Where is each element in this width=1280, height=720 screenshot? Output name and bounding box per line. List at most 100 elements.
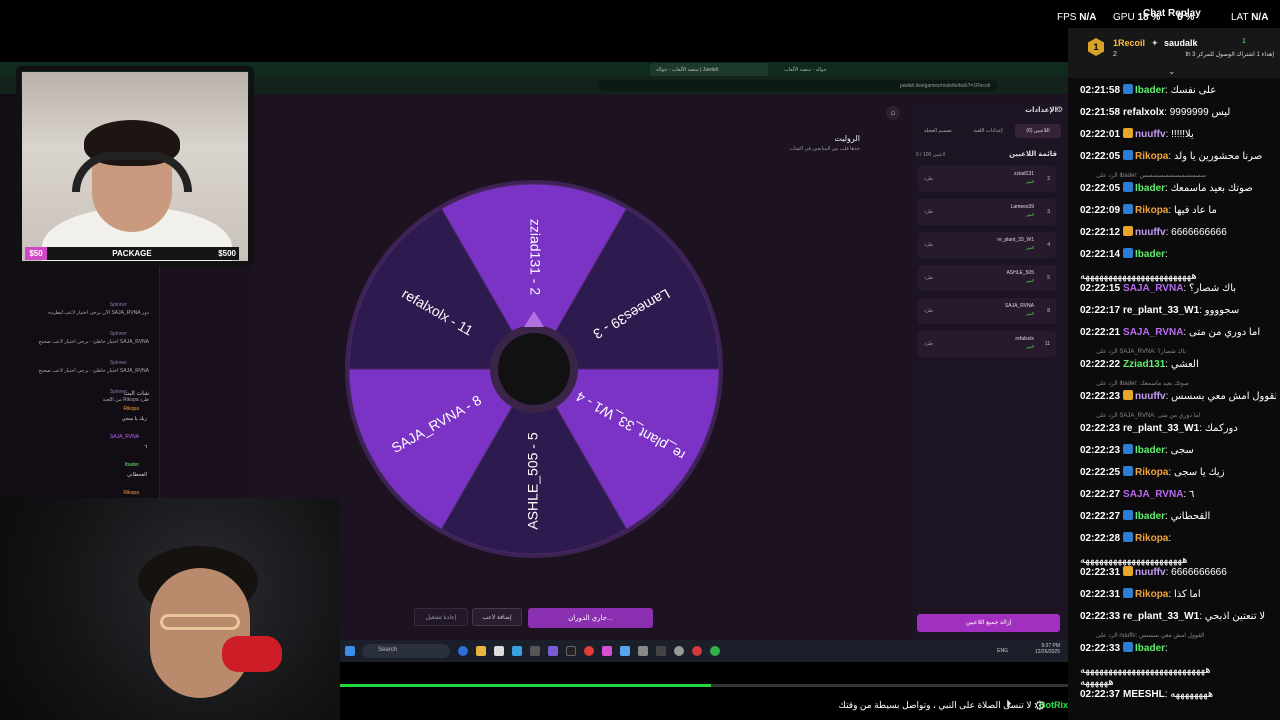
chat-username[interactable]: Rikopa bbox=[1135, 151, 1168, 162]
chrome-icon[interactable] bbox=[584, 646, 594, 656]
discord-icon[interactable] bbox=[548, 646, 558, 656]
stream-screen: { "hud": { "fps_label": "FPS", "fps_valu… bbox=[0, 0, 1280, 720]
chat-text: 6666666666 bbox=[1171, 227, 1227, 238]
chat-username[interactable]: Ibader bbox=[1135, 643, 1165, 654]
wheel-segment-label: zziad131 - 2 bbox=[527, 219, 543, 295]
chat-message: 02:22:15 SAJA_RVNA: باك شصار؟ bbox=[1080, 282, 1276, 295]
chat-username[interactable]: Rikopa bbox=[1135, 467, 1168, 478]
webcam-bottom bbox=[0, 498, 340, 720]
chat-username[interactable]: Rikopa bbox=[1135, 205, 1168, 216]
chat-username[interactable]: SAJA_RVNA bbox=[1123, 327, 1183, 338]
chat-message: 02:22:05 Rikopa: صرنا محشورين يا ولد bbox=[1080, 150, 1276, 163]
player-row[interactable]: refalxolx الفوز 11 طرد bbox=[918, 331, 1056, 357]
store-icon[interactable] bbox=[494, 646, 504, 656]
chat-timestamp: 02:22:21 bbox=[1080, 327, 1121, 338]
reset-button[interactable]: إعادة تشغيل bbox=[414, 608, 468, 626]
app-icon-2[interactable] bbox=[530, 646, 540, 656]
tab-players[interactable]: اللاعبين (6) bbox=[1015, 124, 1061, 138]
player-row[interactable]: zziad131 الفوز 2 طرد bbox=[918, 166, 1056, 192]
tab-other[interactable]: جواله - منصة الألعاب bbox=[778, 63, 888, 76]
kick-player-button[interactable]: طرد bbox=[924, 176, 933, 182]
tab-wheel-design[interactable]: تصميم العجلة bbox=[915, 124, 961, 138]
chat-username[interactable]: SAJA_RVNA bbox=[1123, 489, 1183, 500]
chat-username[interactable]: nuuffv bbox=[1135, 567, 1166, 578]
chat-username[interactable]: re_plant_33_W1 bbox=[1123, 611, 1199, 622]
chat-username[interactable]: refalxolx bbox=[1123, 107, 1164, 118]
settings-app-icon[interactable] bbox=[674, 646, 684, 656]
player-row[interactable]: SAJA_RVNA الفوز 8 طرد bbox=[918, 298, 1056, 324]
chat-username[interactable]: Ibader bbox=[1135, 183, 1165, 194]
kick-player-button[interactable]: طرد bbox=[924, 308, 933, 314]
tab-active[interactable]: منصة الألعاب - جواله | Jawlah bbox=[650, 63, 768, 76]
chat-username[interactable]: nuuffv bbox=[1135, 391, 1166, 402]
player-row[interactable]: Lamees39 الفوز 3 طرد bbox=[918, 199, 1056, 225]
tray-language[interactable]: ENG bbox=[997, 648, 1008, 654]
url-field[interactable]: jawlah.live/games/roulette/kick?=1Recoil bbox=[598, 80, 998, 91]
chevron-down-icon[interactable]: ⌄ bbox=[1168, 66, 1176, 77]
app-icon-3[interactable] bbox=[566, 646, 576, 656]
chat-message: 02:22:01 nuuffv: !!!!!يلا bbox=[1080, 128, 1276, 141]
chat-timestamp: 02:22:12 bbox=[1080, 227, 1121, 238]
player-row[interactable]: re_plant_33_W1 الفوز 4 طرد bbox=[918, 232, 1056, 258]
player-status: الفوز bbox=[1025, 278, 1034, 283]
system-message-text: دور SAJA_RVNA الآن يرجى اختيار لاعب ليطر… bbox=[48, 310, 149, 316]
clock-date: 12/26/2025 bbox=[1034, 649, 1060, 655]
chat-timestamp: 02:22:31 bbox=[1080, 589, 1121, 600]
app-icon-8[interactable] bbox=[692, 646, 702, 656]
chat-timestamp: 02:22:17 bbox=[1080, 305, 1121, 316]
chat-username[interactable]: Zziad131 bbox=[1123, 359, 1165, 370]
chat-username[interactable]: Ibader bbox=[1135, 249, 1165, 260]
play-icon[interactable]: ⏵ bbox=[1006, 698, 1020, 712]
roulette-wheel[interactable]: zziad131 - 2 Lamees39 - 3 re_plant_33_W1 -… bbox=[345, 180, 723, 558]
chat-username[interactable]: Ibader bbox=[1135, 511, 1165, 522]
kick-player-button[interactable]: طرد bbox=[924, 275, 933, 281]
taskbar-clock[interactable]: 9:37 PM 12/26/2025 bbox=[1035, 643, 1060, 655]
app-icon-1[interactable] bbox=[512, 646, 522, 656]
chat-username[interactable]: Ibader bbox=[1135, 445, 1165, 456]
chat-username[interactable]: MEESHL bbox=[1123, 689, 1165, 700]
system-message-text: SAJA_RVNA اختيار خاطئ - يرجى اختيار لاعب… bbox=[38, 368, 149, 374]
chat-username[interactable]: nuuffv bbox=[1135, 129, 1166, 140]
remove-all-players-button[interactable]: إزالة جميع اللاعبين bbox=[917, 614, 1060, 632]
folder-icon[interactable] bbox=[476, 646, 486, 656]
app-icon-5[interactable] bbox=[620, 646, 630, 656]
app-icon-7[interactable] bbox=[656, 646, 666, 656]
kick-player-button[interactable]: طرد bbox=[924, 209, 933, 215]
chat-text: صرنا محشورين يا ولد bbox=[1173, 151, 1263, 162]
player-number: 4 bbox=[1047, 242, 1050, 248]
chat-username[interactable]: Ibader bbox=[1135, 85, 1165, 96]
player-status: الفوز bbox=[1025, 344, 1034, 349]
lightning-badge-icon bbox=[1123, 510, 1134, 520]
chat-username[interactable]: Rikopa bbox=[1135, 589, 1168, 600]
supporter-2-count: 1 bbox=[1242, 38, 1246, 45]
taskbar-search[interactable]: Search bbox=[362, 644, 450, 658]
lightning-badge-icon bbox=[1123, 84, 1134, 94]
kick-player-button[interactable]: طرد bbox=[924, 242, 933, 248]
chat-username[interactable]: re_plant_33_W1 bbox=[1123, 305, 1199, 316]
stream-chat-text: زيك يا سجي bbox=[121, 416, 147, 422]
tab-game-settings[interactable]: إعدادات اللعبة bbox=[965, 124, 1011, 138]
windows-start-icon[interactable] bbox=[345, 646, 355, 656]
app-icon-6[interactable] bbox=[638, 646, 648, 656]
edge-icon[interactable] bbox=[458, 646, 468, 656]
spin-button[interactable]: جاري الدوران... bbox=[528, 608, 653, 628]
lightning-badge-icon bbox=[1123, 182, 1134, 192]
player-row[interactable]: ASHLE_505 الفوز 5 طرد bbox=[918, 265, 1056, 291]
chat-username[interactable]: SAJA_RVNA bbox=[1123, 283, 1183, 294]
chat-text: العشي bbox=[1170, 359, 1199, 370]
app-icon-4[interactable] bbox=[602, 646, 612, 656]
chat-colon: : bbox=[1165, 249, 1168, 260]
chat-username[interactable]: nuuffv bbox=[1135, 227, 1166, 238]
kick-player-button[interactable]: طرد bbox=[924, 341, 933, 347]
settings-gear-icon[interactable]: ⚙ bbox=[1034, 698, 1048, 713]
chat-timestamp: 02:22:23 bbox=[1080, 423, 1121, 434]
home-icon[interactable]: ⌂ bbox=[886, 106, 900, 120]
chat-username[interactable]: Rikopa bbox=[1135, 533, 1168, 544]
chat-reply-context: الرد على SAJA_RVNA: اما دوري من متى bbox=[1096, 413, 1201, 419]
add-player-button[interactable]: إضافة لاعب bbox=[472, 608, 522, 626]
video-progress-bar[interactable] bbox=[340, 684, 1068, 687]
xbox-icon[interactable] bbox=[710, 646, 720, 656]
chat-username[interactable]: re_plant_33_W1 bbox=[1123, 423, 1199, 434]
stream-chat-user: SAJA_RVNA bbox=[109, 434, 139, 440]
player-number: 5 bbox=[1047, 275, 1050, 281]
